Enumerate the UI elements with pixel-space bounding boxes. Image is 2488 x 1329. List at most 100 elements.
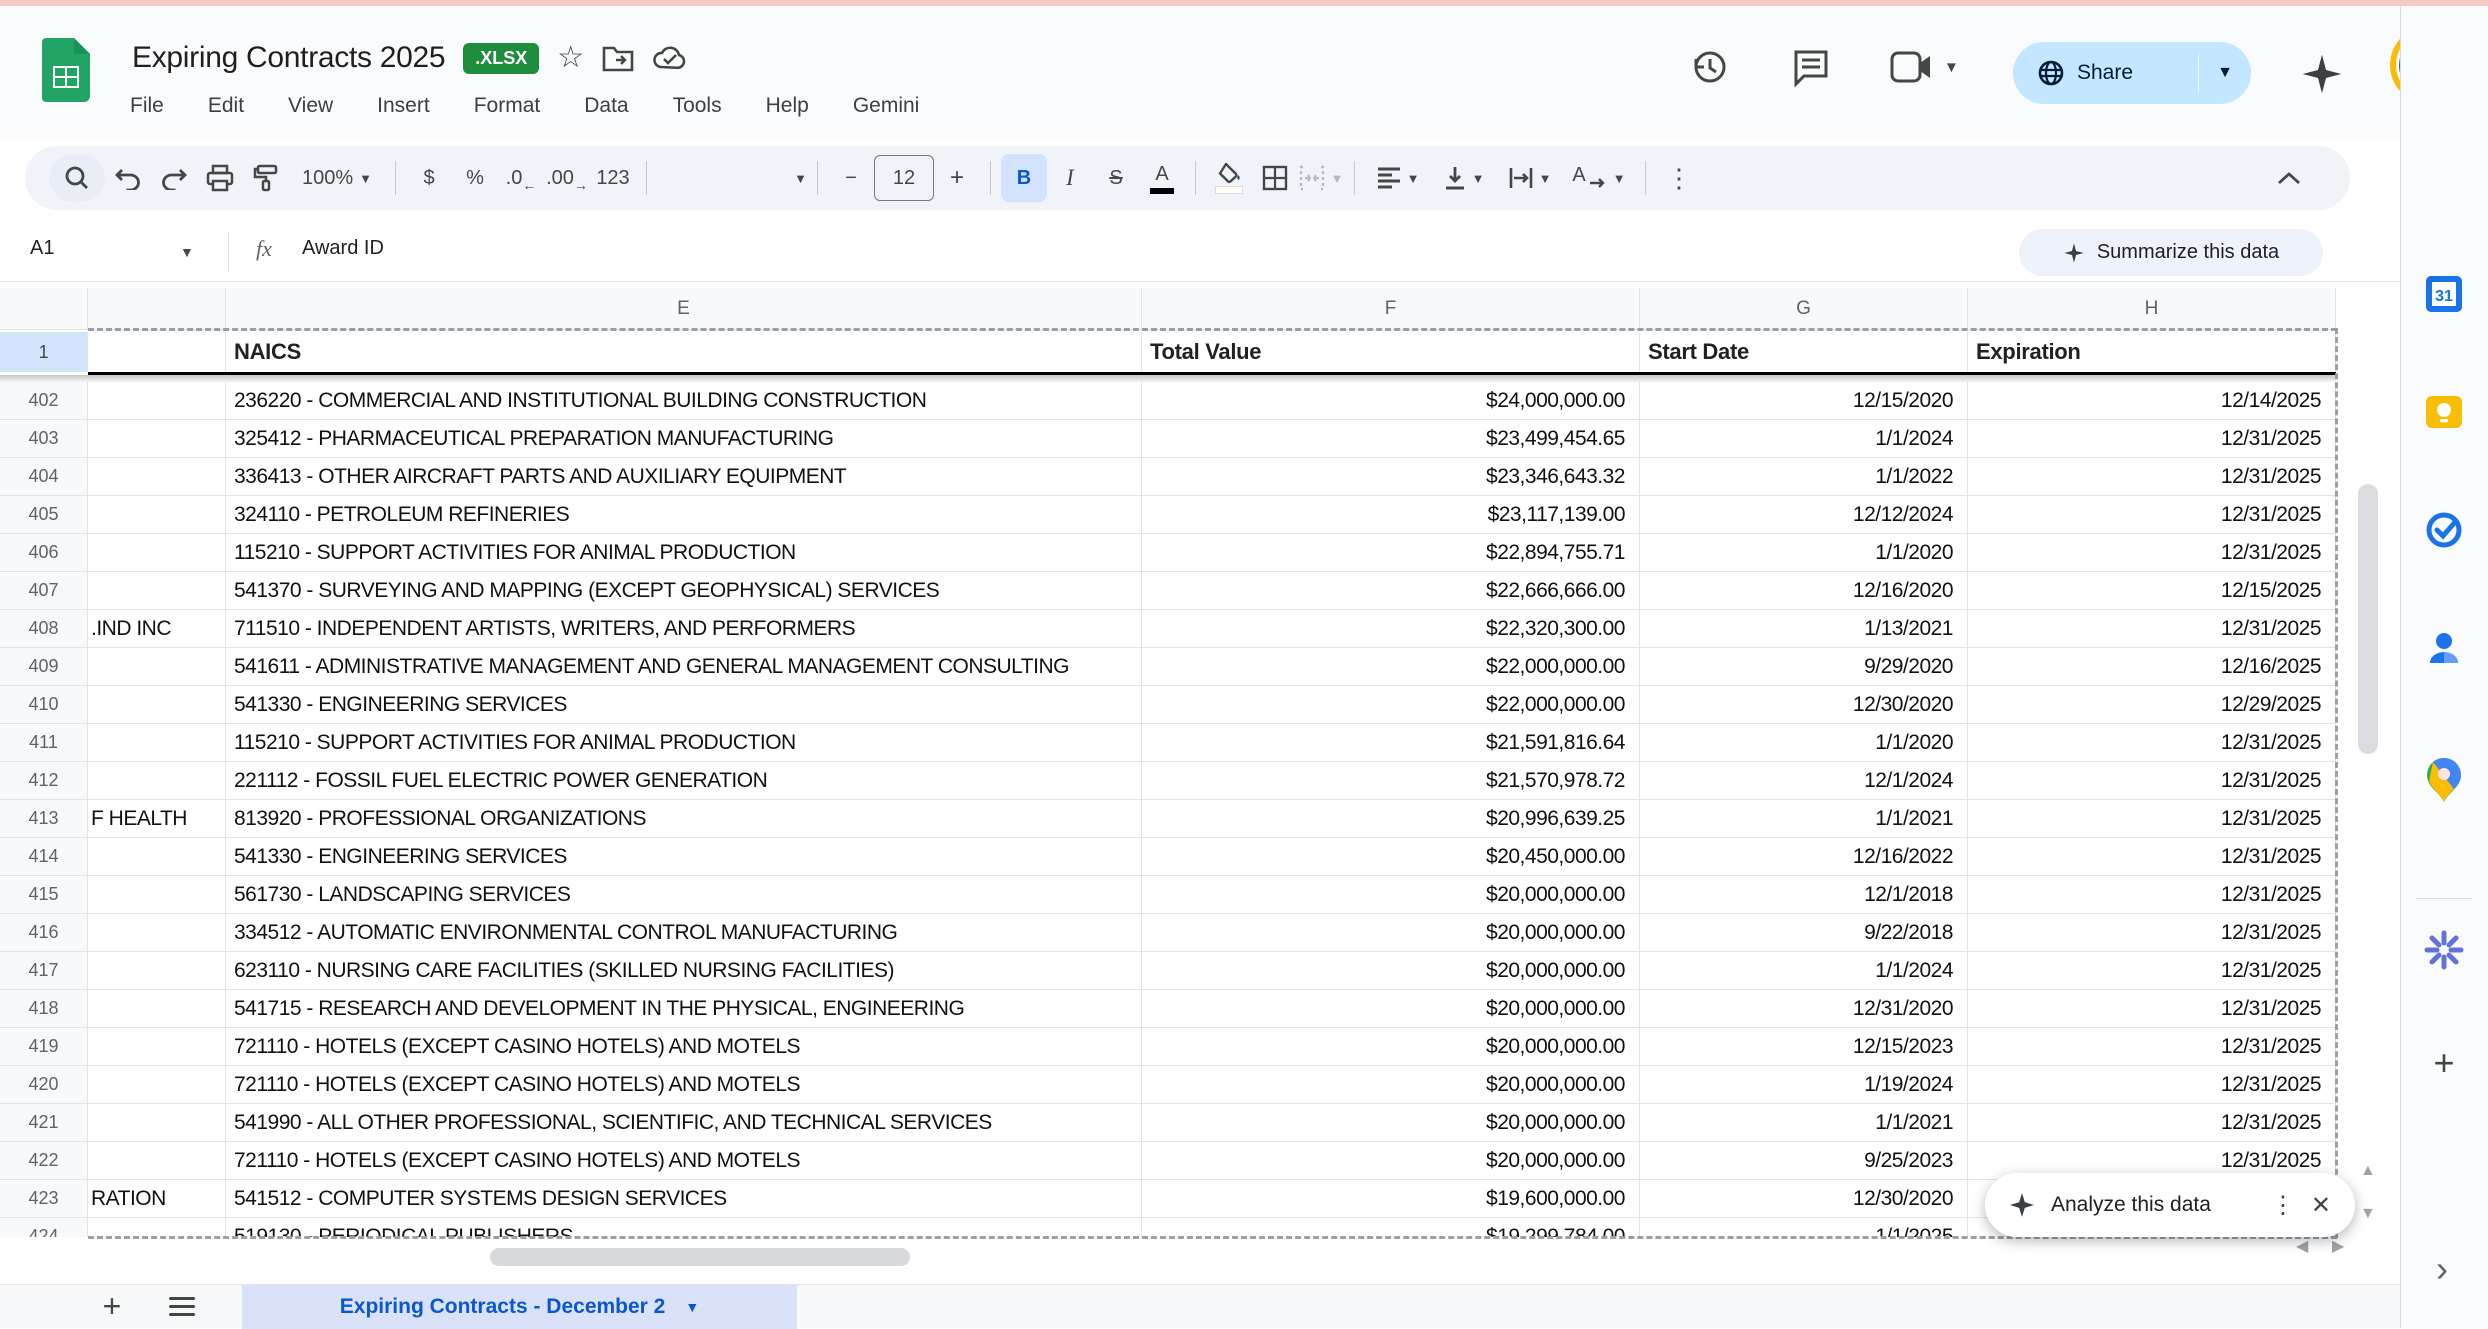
more-toolbar-button[interactable]: ⋮ (1656, 154, 1702, 202)
paint-format-icon[interactable] (243, 154, 289, 202)
sheet-tab-dropdown-arrow[interactable]: ▼ (685, 1299, 699, 1315)
cell-naics[interactable]: 236220 - COMMERCIAL AND INSTITUTIONAL BU… (226, 382, 1142, 419)
percent-format-button[interactable]: % (452, 154, 498, 202)
cell-recipient-fragment[interactable] (88, 914, 226, 951)
merge-cells-button[interactable]: ▼ (1298, 154, 1344, 202)
name-box-dropdown-arrow[interactable]: ▼ (180, 244, 194, 260)
row-number[interactable]: 412 (0, 762, 88, 799)
column-header-e[interactable]: E (226, 288, 1142, 329)
cell-recipient-fragment[interactable] (88, 496, 226, 533)
cell-recipient-fragment[interactable] (88, 1142, 226, 1179)
cell-total-value[interactable]: $20,450,000.00 (1142, 838, 1640, 875)
close-icon[interactable]: ✕ (2311, 1191, 2331, 1220)
cell-expiration[interactable]: 12/31/2025 (1968, 800, 2336, 837)
cell-expiration[interactable]: 12/31/2025 (1968, 724, 2336, 761)
menu-data[interactable]: Data (584, 94, 628, 118)
grid-corner[interactable] (0, 288, 88, 329)
cell-start-date[interactable]: 9/29/2020 (1640, 648, 1968, 685)
cell-total-value[interactable]: $22,000,000.00 (1142, 648, 1640, 685)
cell-naics[interactable]: 813920 - PROFESSIONAL ORGANIZATIONS (226, 800, 1142, 837)
fill-color-button[interactable] (1206, 154, 1252, 202)
cell-total-value[interactable]: $20,000,000.00 (1142, 952, 1640, 989)
column-header-d[interactable] (88, 288, 226, 329)
cell-recipient-fragment[interactable] (88, 1218, 226, 1237)
decrease-font-size-button[interactable]: − (828, 154, 874, 202)
cell-expiration[interactable]: 12/31/2025 (1968, 1066, 2336, 1103)
analyze-data-pill[interactable]: Analyze this data ⋮ ✕ (1985, 1173, 2355, 1237)
row-number[interactable]: 420 (0, 1066, 88, 1103)
cell-start-date[interactable]: 9/25/2023 (1640, 1142, 1968, 1179)
cell-start-date[interactable]: 1/1/2024 (1640, 420, 1968, 457)
cell-recipient-fragment[interactable] (88, 458, 226, 495)
formula-input[interactable]: Award ID (302, 237, 384, 260)
cell-expiration[interactable]: 12/31/2025 (1968, 838, 2336, 875)
calendar-icon[interactable]: 31 (2422, 272, 2466, 316)
cell-recipient-fragment[interactable] (88, 952, 226, 989)
search-icon[interactable] (49, 154, 105, 202)
row-number[interactable]: 413 (0, 800, 88, 837)
text-wrap-button[interactable]: ▼ (1497, 154, 1563, 202)
analyze-more-icon[interactable]: ⋮ (2271, 1191, 2295, 1220)
cell-total-value[interactable]: $19,600,000.00 (1142, 1180, 1640, 1217)
cell-naics[interactable]: 221112 - FOSSIL FUEL ELECTRIC POWER GENE… (226, 762, 1142, 799)
cell-start-date[interactable]: 12/30/2020 (1640, 1180, 1968, 1217)
menu-tools[interactable]: Tools (673, 94, 722, 118)
move-folder-icon[interactable] (602, 44, 634, 72)
row-number[interactable]: 418 (0, 990, 88, 1027)
cell-expiration[interactable]: 12/31/2025 (1968, 990, 2336, 1027)
tasks-icon[interactable] (2422, 508, 2466, 552)
cell-naics[interactable]: 541990 - ALL OTHER PROFESSIONAL, SCIENTI… (226, 1104, 1142, 1141)
cell-expiration[interactable]: 12/31/2025 (1968, 458, 2336, 495)
add-sheet-button[interactable]: + (92, 1288, 132, 1325)
row-number[interactable]: 411 (0, 724, 88, 761)
cell-total-value[interactable]: $20,000,000.00 (1142, 1104, 1640, 1141)
meet-camera-button[interactable]: ▼ (1890, 50, 1959, 84)
italic-button[interactable]: I (1047, 154, 1093, 202)
cell-recipient-fragment[interactable] (88, 838, 226, 875)
increase-font-size-button[interactable]: + (934, 154, 980, 202)
cell-naics[interactable]: 561730 - LANDSCAPING SERVICES (226, 876, 1142, 913)
cell-recipient-fragment[interactable]: F HEALTH (88, 800, 226, 837)
gemini-spark-icon[interactable] (2300, 52, 2344, 96)
row-number[interactable]: 408 (0, 610, 88, 647)
cell-start-date[interactable]: 1/1/2025 (1640, 1218, 1968, 1237)
cell-naics[interactable]: 721110 - HOTELS (EXCEPT CASINO HOTELS) A… (226, 1028, 1142, 1065)
cell-recipient-fragment[interactable] (88, 534, 226, 571)
cell-start-date[interactable]: 1/1/2020 (1640, 534, 1968, 571)
menu-gemini[interactable]: Gemini (853, 94, 920, 118)
row-number[interactable]: 404 (0, 458, 88, 495)
comment-icon[interactable] (1790, 46, 1832, 88)
cell-recipient-fragment[interactable] (88, 876, 226, 913)
cell-expiration[interactable]: 12/31/2025 (1968, 610, 2336, 647)
cell-total-value[interactable]: $23,346,643.32 (1142, 458, 1640, 495)
menu-help[interactable]: Help (766, 94, 809, 118)
cell-start-date[interactable]: 1/13/2021 (1640, 610, 1968, 647)
cell-expiration[interactable]: 12/31/2025 (1968, 1104, 2336, 1141)
vertical-align-button[interactable]: ▼ (1431, 154, 1497, 202)
column-header-f[interactable]: F (1142, 288, 1640, 329)
cell-start-date[interactable]: 12/30/2020 (1640, 686, 1968, 723)
cell-total-value[interactable]: $20,000,000.00 (1142, 1142, 1640, 1179)
cell-start-date[interactable]: 12/1/2018 (1640, 876, 1968, 913)
row-number[interactable]: 1 (0, 332, 88, 372)
row-number[interactable]: 423 (0, 1180, 88, 1217)
cell-total-value[interactable]: $22,320,300.00 (1142, 610, 1640, 647)
cloud-status-icon[interactable] (652, 44, 688, 72)
borders-button[interactable] (1252, 154, 1298, 202)
share-button[interactable]: Share ▼ (2013, 42, 2251, 104)
menu-format[interactable]: Format (474, 94, 541, 118)
bold-button[interactable]: B (1001, 154, 1047, 202)
scroll-up-arrow-icon[interactable]: ▲ (2360, 1162, 2376, 1180)
menu-file[interactable]: File (130, 94, 164, 118)
column-header-h[interactable]: H (1968, 288, 2336, 329)
cell-expiration[interactable]: 12/16/2025 (1968, 648, 2336, 685)
scroll-left-arrow-icon[interactable]: ◀ (2296, 1236, 2308, 1256)
cell-recipient-fragment[interactable] (88, 762, 226, 799)
vertical-scrollbar[interactable] (2358, 484, 2378, 754)
cell-total-value[interactable]: $20,000,000.00 (1142, 990, 1640, 1027)
cell-recipient-fragment[interactable] (88, 1104, 226, 1141)
row-number[interactable]: 424 (0, 1218, 88, 1237)
cell-start-date[interactable]: 12/12/2024 (1640, 496, 1968, 533)
cell-start-date[interactable]: 1/1/2022 (1640, 458, 1968, 495)
row-number[interactable]: 402 (0, 382, 88, 419)
